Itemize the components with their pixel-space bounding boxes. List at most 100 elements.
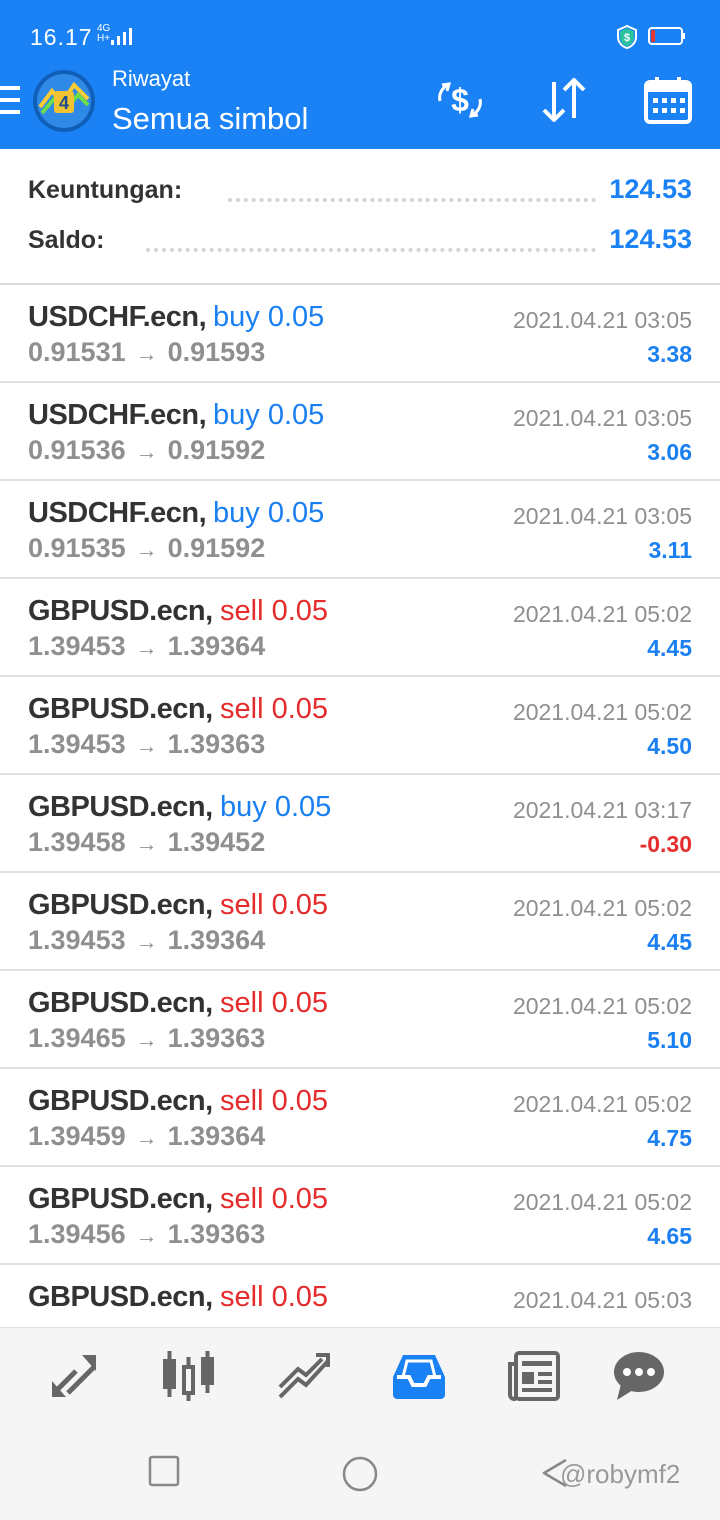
arrow-right-icon: → <box>135 929 158 954</box>
balance-label: Saldo: <box>28 226 111 255</box>
bottom-navigation <box>0 1327 720 1420</box>
arrow-right-icon: → <box>135 439 158 464</box>
trade-time: 2021.04.21 05:02 <box>512 601 692 627</box>
history-summary: Keuntungan: 124.53 Saldo: 124.53 <box>0 149 720 283</box>
trade-row[interactable]: USDCHF.ecn, buy 0.05 0.91531 → 0.91593 2021.0… <box>0 285 720 383</box>
sort-button[interactable] <box>534 72 594 128</box>
nav-chat[interactable] <box>609 1346 669 1406</box>
open-price: 1.39459 <box>28 1121 126 1151</box>
trade-row[interactable]: GBPUSD.ecn, sell 0.05 1.39453 → 1.39363 2021.… <box>0 677 720 775</box>
trade-prices: 1.39465 → 1.39363 <box>28 1023 265 1054</box>
trade-symbol: GBPUSD.ecn, <box>28 1183 213 1215</box>
open-price: 1.39453 <box>28 729 126 759</box>
trade-time: 2021.04.21 03:05 <box>512 307 692 333</box>
calendar-icon <box>644 77 692 124</box>
profit-value: 124.53 <box>599 174 692 205</box>
trade-row[interactable]: USDCHF.ecn, buy 0.05 0.91535 → 0.91592 2021.0… <box>0 481 720 579</box>
trade-type: sell 0.05 <box>220 1085 329 1117</box>
trade-profit: 4.65 <box>647 1223 692 1249</box>
news-icon <box>508 1351 560 1401</box>
trade-symbol: GBPUSD.ecn, <box>28 791 213 823</box>
trade-time: 2021.04.21 05:02 <box>512 1091 692 1117</box>
trade-symbol: GBPUSD.ecn, <box>28 987 213 1019</box>
open-price: 1.39456 <box>28 1219 126 1249</box>
quotes-icon <box>52 1355 96 1397</box>
nav-trade[interactable] <box>274 1346 334 1406</box>
history-icon <box>393 1355 445 1399</box>
close-price: 0.91592 <box>167 533 266 563</box>
dotted-leader <box>146 248 612 252</box>
trade-type: sell 0.05 <box>220 1183 329 1215</box>
watermark: @robymf2 <box>560 1459 681 1489</box>
trade-time: 2021.04.21 05:03 <box>512 1287 692 1313</box>
currency-exchange-button[interactable]: $ <box>430 72 490 128</box>
trade-symbol: GBPUSD.ecn, <box>28 889 213 921</box>
trade-prices: 1.39453 → 1.39363 <box>28 729 265 760</box>
nav-history[interactable] <box>389 1346 449 1406</box>
arrow-right-icon: → <box>135 831 158 856</box>
trade-symbol: USDCHF.ecn, <box>28 301 207 333</box>
trade-symbol: GBPUSD.ecn, <box>28 595 213 627</box>
close-price: 0.91592 <box>167 435 266 465</box>
trade-prices: 1.39458 → 1.39452 <box>28 827 265 858</box>
trade-type: sell 0.05 <box>220 1281 329 1313</box>
trade-prices: 1.39453 → 1.39364 <box>28 925 265 956</box>
trade-time: 2021.04.21 05:02 <box>512 699 692 725</box>
svg-text:$: $ <box>624 32 630 44</box>
trade-time: 2021.04.21 03:05 <box>512 405 692 431</box>
trade-prices: 0.91536 → 0.91592 <box>28 435 265 466</box>
recent-apps-icon[interactable] <box>148 1455 180 1487</box>
nav-news[interactable] <box>504 1346 564 1406</box>
security-shield-icon: $ <box>617 25 637 49</box>
trade-row[interactable]: GBPUSD.ecn, sell 0.05 2021.04.21 05:03 <box>0 1265 720 1327</box>
trade-prices: 1.39456 → 1.39363 <box>28 1219 265 1250</box>
network-indicator-icon: 4G H+ <box>97 23 111 44</box>
trade-history-list[interactable]: USDCHF.ecn, buy 0.05 0.91531 → 0.91593 2021.0… <box>0 285 720 1327</box>
balance-value: 124.53 <box>599 224 692 255</box>
trade-row[interactable]: GBPUSD.ecn, sell 0.05 1.39453 → 1.39364 2021.… <box>0 579 720 677</box>
open-price: 1.39458 <box>28 827 126 857</box>
open-price: 0.91535 <box>28 533 126 563</box>
trade-row[interactable]: GBPUSD.ecn, sell 0.05 1.39456 → 1.39363 2021.… <box>0 1167 720 1265</box>
chat-icon <box>614 1352 664 1400</box>
symbol-filter-title[interactable]: Semua simbol <box>112 101 308 137</box>
arrow-right-icon: → <box>135 341 158 366</box>
trade-profit: 3.06 <box>647 439 692 465</box>
trade-time: 2021.04.21 03:05 <box>512 503 692 529</box>
nav-chart[interactable] <box>159 1346 219 1406</box>
page-title: Riwayat <box>112 66 191 91</box>
status-time: 16.17 <box>30 24 93 50</box>
trade-time: 2021.04.21 05:02 <box>512 1189 692 1215</box>
trade-type: buy 0.05 <box>220 791 332 823</box>
status-bar: 16.17 4G H+ $ <box>0 0 720 70</box>
trade-row[interactable]: GBPUSD.ecn, buy 0.05 1.39458 → 1.39452 2021.0… <box>0 775 720 873</box>
menu-icon[interactable] <box>0 86 20 118</box>
system-navigation-bar: @robymf2 <box>0 1419 720 1520</box>
trade-type: sell 0.05 <box>220 595 329 627</box>
arrow-right-icon: → <box>135 733 158 758</box>
trade-row[interactable]: GBPUSD.ecn, sell 0.05 1.39459 → 1.39364 2021.… <box>0 1069 720 1167</box>
trade-type: buy 0.05 <box>213 399 325 431</box>
nav-quotes[interactable] <box>44 1346 104 1406</box>
close-price: 1.39364 <box>167 925 266 955</box>
trade-row[interactable]: GBPUSD.ecn, sell 0.05 1.39465 → 1.39363 2021.… <box>0 971 720 1069</box>
trade-prices: 0.91535 → 0.91592 <box>28 533 265 564</box>
home-icon[interactable] <box>341 1455 379 1493</box>
arrow-right-icon: → <box>135 1125 158 1150</box>
trade-type: buy 0.05 <box>213 301 325 333</box>
close-price: 1.39363 <box>167 1219 266 1249</box>
svg-text:$: $ <box>451 82 469 118</box>
trade-symbol: GBPUSD.ecn, <box>28 1085 213 1117</box>
open-price: 0.91536 <box>28 435 126 465</box>
trade-profit: 5.10 <box>647 1027 692 1053</box>
calendar-button[interactable] <box>638 72 698 128</box>
dotted-leader <box>228 198 612 202</box>
balance-row: Saldo: 124.53 <box>28 224 692 262</box>
close-price: 1.39364 <box>167 631 266 661</box>
trade-type: buy 0.05 <box>213 497 325 529</box>
trade-symbol: GBPUSD.ecn, <box>28 693 213 725</box>
trade-row[interactable]: USDCHF.ecn, buy 0.05 0.91536 → 0.91592 2021.0… <box>0 383 720 481</box>
trade-row[interactable]: GBPUSD.ecn, sell 0.05 1.39453 → 1.39364 2021.… <box>0 873 720 971</box>
close-price: 1.39363 <box>167 1023 266 1053</box>
trade-profit: -0.30 <box>639 831 692 857</box>
